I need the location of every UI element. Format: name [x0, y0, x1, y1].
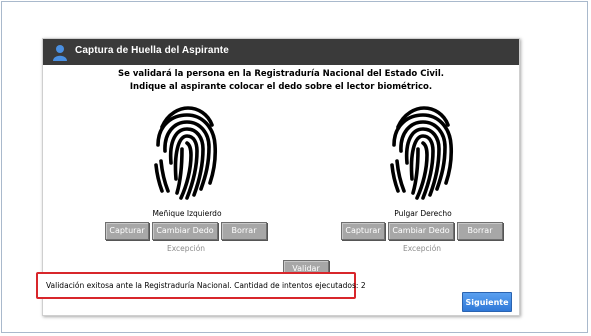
right-capture-button[interactable]: Capturar	[341, 222, 385, 240]
dialog-titlebar: Captura de Huella del Aspirante	[43, 39, 519, 65]
left-change-finger-button[interactable]: Cambiar Dedo	[152, 222, 218, 240]
fingerprint-left-icon	[154, 106, 218, 200]
left-exception-link[interactable]: Excepción	[146, 244, 226, 253]
left-finger-label: Meñique Izquierdo	[152, 209, 222, 218]
user-icon	[53, 45, 67, 61]
fingerprint-right-icon	[390, 106, 454, 200]
right-finger-label: Pulgar Derecho	[394, 209, 452, 218]
status-message-box: Validación exitosa ante la Registraduría…	[36, 272, 366, 299]
right-clear-button[interactable]: Borrar	[457, 222, 503, 240]
dialog-title: Captura de Huella del Aspirante	[75, 45, 229, 56]
right-exception-link[interactable]: Excepción	[382, 244, 462, 253]
instruction-line-2: Indique al aspirante colocar el dedo sob…	[129, 82, 433, 92]
left-clear-button[interactable]: Borrar	[221, 222, 267, 240]
status-message: Validación exitosa ante la Registraduría…	[46, 281, 366, 290]
instruction-line-1: Se validará la persona en la Registradur…	[118, 69, 444, 79]
right-change-finger-button[interactable]: Cambiar Dedo	[388, 222, 454, 240]
left-capture-button[interactable]: Capturar	[105, 222, 149, 240]
fingerprint-capture-dialog: Captura de Huella del Aspirante Se valid…	[36, 38, 520, 316]
next-button[interactable]: Siguiente	[462, 292, 512, 312]
